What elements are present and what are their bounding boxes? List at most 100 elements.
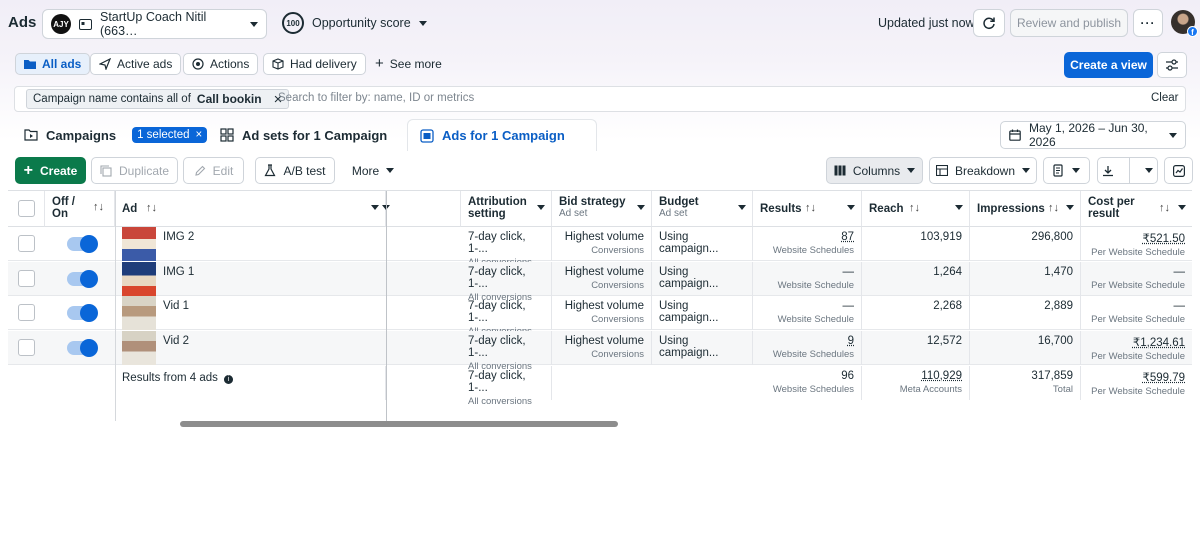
more-label: More [351,163,380,178]
select-all-checkbox[interactable] [18,200,35,217]
chevron-down-icon[interactable] [537,205,545,210]
summary-reach: 110,929 Meta Accounts [862,366,970,400]
row-checkbox[interactable] [18,304,35,321]
chip-active-ads[interactable]: Active ads [90,53,182,75]
bid-strategy-cell: Highest volume Conversions [552,227,652,261]
header-reach[interactable]: Reach ↑↓ [862,191,970,227]
header-ad[interactable]: Ad ↑↓ [115,191,386,227]
header-impressions[interactable]: Impressions ↑↓ [970,191,1081,227]
header-bid-strategy[interactable]: Bid strategy Ad set [552,191,652,227]
avatar[interactable]: f [1171,10,1198,37]
header-hidden-column[interactable] [382,191,461,227]
ab-test-label: A/B test [283,163,326,178]
filter-token[interactable]: Campaign name contains all of Call booki… [26,89,290,109]
ad-name-cell[interactable]: Vid 1 [156,296,386,330]
columns-button[interactable]: Columns [826,157,923,184]
ad-name[interactable]: Vid 1 [163,300,189,312]
row-checkbox[interactable] [18,338,35,356]
sort-icon[interactable]: ↑↓ [146,202,157,214]
chevron-down-icon[interactable] [371,205,379,210]
search-input[interactable]: Search to filter by: name, ID or metrics [278,92,474,104]
refresh-button[interactable] [973,9,1005,37]
sort-icon[interactable]: ↑↓ [93,201,104,213]
reports-button[interactable] [1043,157,1090,184]
breakdown-button[interactable]: Breakdown [929,157,1037,184]
tab-label: Ads for 1 Campaign [442,128,565,143]
header-budget[interactable]: Budget Ad set [652,191,753,227]
opportunity-score[interactable]: 100 Opportunity score [282,12,427,34]
sort-icon[interactable]: ↑↓ [1159,202,1170,214]
delivery-toggle[interactable] [67,235,98,253]
bid-strategy-value: Highest volume [564,231,644,243]
reach-cell: 12,572 [862,330,970,365]
tab-ads[interactable]: Ads for 1 Campaign [407,119,597,151]
ad-thumbnail[interactable] [122,330,156,365]
ad-name[interactable]: IMG 2 [163,231,194,243]
chip-actions[interactable]: Actions [183,53,259,75]
header-results[interactable]: Results ↑↓ [753,191,862,227]
flask-icon [264,164,276,177]
header-off-on[interactable]: Off / On ↑↓ [45,191,115,227]
more-options-button[interactable]: ··· [1133,9,1163,37]
chevron-down-icon[interactable] [847,205,855,210]
chevron-down-icon[interactable] [1066,205,1074,210]
horizontal-scrollbar[interactable] [180,421,618,427]
sort-icon[interactable]: ↑↓ [1048,202,1059,214]
chevron-down-icon[interactable] [637,205,645,210]
ad-thumbnail[interactable] [122,227,156,261]
chevron-down-icon[interactable] [955,205,963,210]
chevron-down-icon[interactable] [738,205,746,210]
results-value: 87 [841,231,854,243]
ad-name-cell[interactable]: IMG 2 [156,227,386,261]
header-select-all[interactable] [8,191,45,227]
tab-campaigns[interactable]: Campaigns 1 selected × [24,119,208,151]
ad-name[interactable]: IMG 1 [163,266,194,278]
delivery-toggle[interactable] [67,304,98,322]
cost-cell: — Per Website Schedule [1081,262,1192,296]
ad-name-cell[interactable]: IMG 1 [156,262,386,296]
chip-had-delivery[interactable]: Had delivery [263,53,366,75]
ad-name[interactable]: Vid 2 [163,335,189,347]
info-icon[interactable]: i [224,375,234,384]
account-logo: AJY [51,14,71,34]
more-button[interactable]: More [342,157,404,184]
create-button[interactable]: + Create [15,157,86,184]
header-attribution[interactable]: Attribution setting [461,191,552,227]
tab-adsets[interactable]: Ad sets for 1 Campaign [220,119,387,151]
ad-thumbnail[interactable] [122,296,156,330]
edit-button[interactable]: Edit [183,157,244,184]
results-value: — [842,300,855,312]
expand-chart-button[interactable] [1164,157,1193,184]
sort-icon[interactable]: ↑↓ [909,202,920,214]
review-publish-button[interactable]: Review and publish [1010,9,1128,37]
row-checkbox[interactable] [18,235,35,252]
columns-icon [834,165,846,176]
ad-name-cell[interactable]: Vid 2 [156,331,386,365]
delivery-toggle[interactable] [67,269,98,288]
customize-button[interactable] [1157,52,1187,78]
account-selector[interactable]: AJY StartUp Coach Nitil (663… [42,9,267,39]
budget-cell: Using campaign... [652,296,753,330]
duplicate-button[interactable]: Duplicate [91,157,178,184]
date-range-picker[interactable]: May 1, 2026 – Jun 30, 2026 [1000,121,1186,149]
header-label: Impressions [977,203,1045,215]
chevron-down-icon[interactable] [1178,205,1186,210]
row-checkbox[interactable] [18,269,35,287]
close-icon[interactable]: × [196,129,203,141]
chevron-down-icon [250,21,258,27]
ab-test-button[interactable]: A/B test [255,157,335,184]
clear-filters-button[interactable]: Clear [1151,92,1178,104]
bid-strategy-sub: Conversions [591,314,644,325]
impressions-cell: 2,889 [970,296,1081,330]
export-button[interactable] [1097,157,1158,184]
selected-badge[interactable]: 1 selected × [132,127,208,143]
sort-icon[interactable]: ↑↓ [805,202,816,214]
header-cost-per-result[interactable]: Cost per result ↑↓ [1081,191,1192,227]
budget-value: Using campaign... [659,334,719,359]
delivery-toggle[interactable] [67,338,98,357]
create-view-button[interactable]: Create a view [1064,52,1153,78]
see-more-button[interactable]: + See more [375,56,442,71]
chip-all-ads[interactable]: All ads [15,53,91,75]
ad-thumbnail[interactable] [122,261,156,296]
header-label: Ad [122,203,138,215]
